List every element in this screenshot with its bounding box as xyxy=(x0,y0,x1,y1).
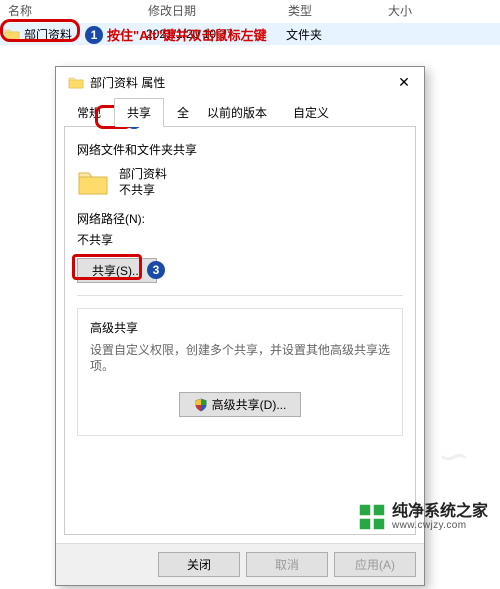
tab-previous-versions[interactable]: 以前的版本 xyxy=(194,98,280,126)
tab-content-sharing: 网络文件和文件夹共享 部门资料 不共享 网络路径(N): 不共享 共享(S)..… xyxy=(64,126,416,535)
sharing-folder-info: 部门资料 不共享 xyxy=(77,166,403,198)
brand-name: 纯净系统之家 xyxy=(392,504,488,520)
col-header-date[interactable]: 修改日期 xyxy=(140,2,280,19)
tab-custom[interactable]: 自定义 xyxy=(280,98,342,126)
tab-security[interactable]: 全 xyxy=(164,98,194,126)
col-header-size[interactable]: 大小 xyxy=(380,2,460,19)
dialog-title: 部门资料 属性 xyxy=(90,74,165,91)
brand-logo-icon xyxy=(358,503,386,531)
watermark: ∽ xyxy=(436,433,472,481)
folder-icon xyxy=(4,27,20,41)
folder-icon xyxy=(68,75,84,89)
advanced-share-label: 高级共享(D)... xyxy=(212,396,287,413)
share-button[interactable]: 共享(S)... xyxy=(77,258,157,283)
col-header-type[interactable]: 类型 xyxy=(280,2,380,19)
sharing-section-title: 网络文件和文件夹共享 xyxy=(77,141,403,158)
divider xyxy=(77,295,403,296)
tab-strip: 常规 共享 全 以前的版本 自定义 xyxy=(64,98,416,127)
tab-general[interactable]: 常规 xyxy=(64,98,114,126)
apply-button[interactable]: 应用(A) xyxy=(334,552,416,577)
cancel-button[interactable]: 取消 xyxy=(246,552,328,577)
explorer-column-header: 名称 修改日期 类型 大小 xyxy=(0,0,500,23)
close-button-footer[interactable]: 关闭 xyxy=(158,552,240,577)
shield-icon xyxy=(194,398,208,412)
annotation-step-1: 1 按住"Alt"键并双击鼠标左键 xyxy=(85,25,267,44)
sharing-folder-name: 部门资料 xyxy=(119,166,167,182)
brand-watermark: 纯净系统之家 www.cwjzy.com xyxy=(358,503,488,531)
folder-icon xyxy=(77,168,109,196)
dialog-titlebar[interactable]: 部门资料 属性 ✕ xyxy=(56,67,424,97)
advanced-sharing-box: 高级共享 设置自定义权限，创建多个共享，并设置其他高级共享选项。 高级共享(D)… xyxy=(77,308,403,436)
close-button[interactable]: ✕ xyxy=(384,67,424,97)
folder-type: 文件夹 xyxy=(278,26,378,43)
dialog-footer: 关闭 取消 应用(A) xyxy=(56,543,424,585)
tab-sharing[interactable]: 共享 xyxy=(114,98,164,126)
annotation-text-1: 按住"Alt"键并双击鼠标左键 xyxy=(107,25,267,44)
annotation-badge-1: 1 xyxy=(85,26,103,44)
annotation-badge-3: 3 xyxy=(147,261,165,279)
advanced-title: 高级共享 xyxy=(90,319,390,336)
col-header-name[interactable]: 名称 xyxy=(0,2,140,19)
advanced-share-button[interactable]: 高级共享(D)... xyxy=(179,392,302,417)
network-path-label: 网络路径(N): xyxy=(77,210,403,227)
network-path-value: 不共享 xyxy=(77,231,403,248)
advanced-desc: 设置自定义权限，创建多个共享，并设置其他高级共享选项。 xyxy=(90,342,390,374)
annotation-step-3: 3 xyxy=(147,261,165,279)
brand-url: www.cwjzy.com xyxy=(392,520,488,531)
sharing-state: 不共享 xyxy=(119,182,167,198)
